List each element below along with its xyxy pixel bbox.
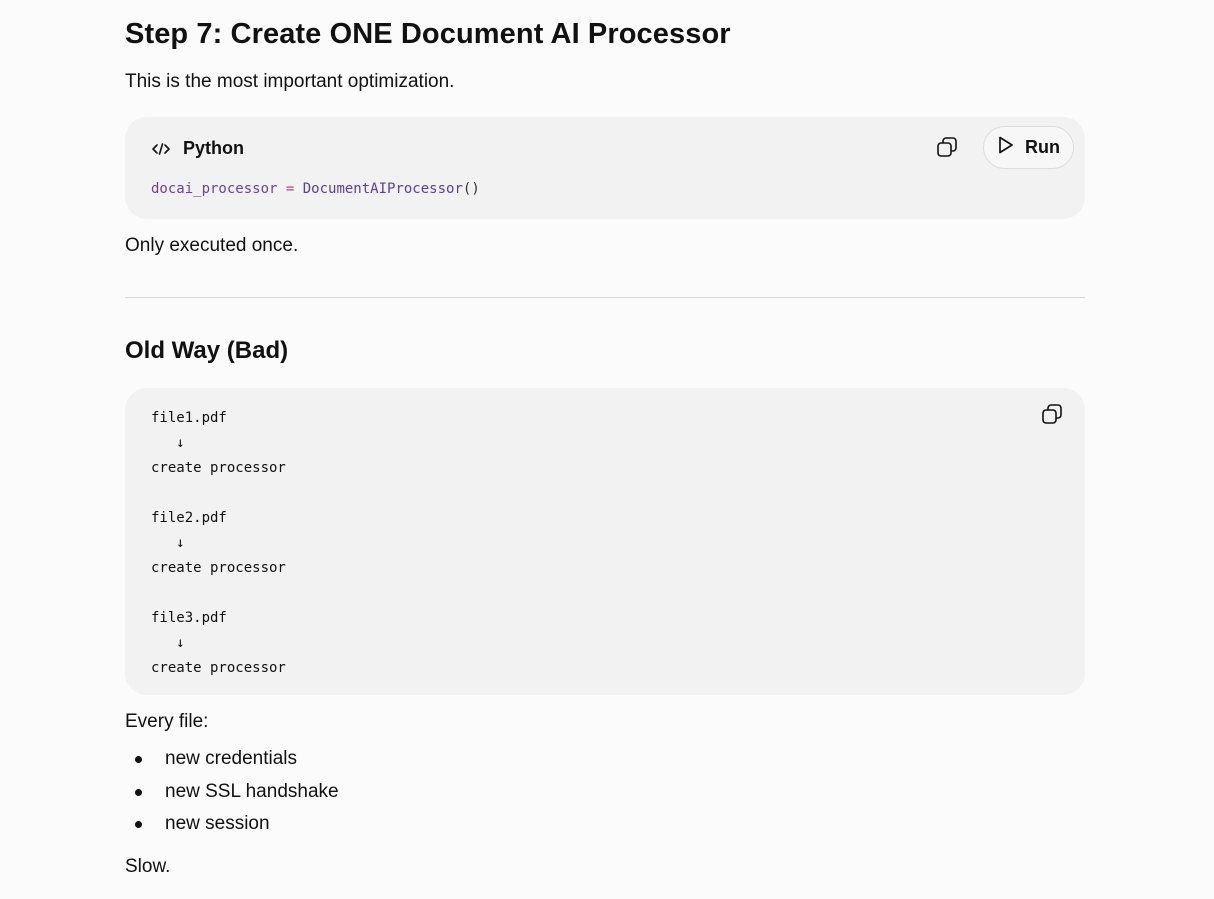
intro-paragraph: This is the most important optimization.: [125, 71, 455, 92]
code-line: ↓: [151, 435, 185, 451]
bullet-dot: [135, 788, 142, 796]
code-token-parens: (): [462, 181, 480, 197]
step-heading: Step 7: Create ONE Document AI Processor: [125, 18, 731, 50]
code-line: file3.pdf: [151, 610, 227, 626]
list-item: new session: [125, 811, 339, 844]
code-token-operator: =: [277, 181, 303, 197]
bullet-dot: [135, 821, 142, 828]
code-line: ↓: [151, 635, 185, 651]
code-line: create processor: [151, 460, 286, 476]
code-line: create processor: [151, 560, 286, 576]
horizontal-divider: [125, 297, 1085, 298]
code-line: file2.pdf: [151, 510, 227, 526]
bullet-list: new credentials new SSL handshake new se…: [125, 746, 339, 844]
code-token-function: DocumentAIProcessor: [302, 181, 463, 197]
python-code-block: Python Run docai_processor = DocumentAIP…: [125, 117, 1085, 219]
code-line: ↓: [151, 535, 185, 551]
code-line: docai_processor = DocumentAIProcessor(): [151, 181, 480, 197]
code-token-variable: docai_processor: [151, 181, 278, 197]
list-item-text: new SSL handshake: [165, 780, 339, 802]
copy-code-button[interactable]: [934, 136, 960, 162]
code-text: file1.pdf ↓ create processor file2.pdf ↓…: [151, 406, 286, 681]
chat-message-page: Step 7: Create ONE Document AI Processor…: [0, 0, 1214, 899]
list-item-text: new credentials: [165, 748, 298, 769]
bullet-dot: [135, 756, 142, 763]
copy-icon: [935, 135, 959, 164]
code-line: create processor: [151, 660, 286, 676]
after-code-paragraph: Only executed once.: [125, 235, 299, 256]
code-language-label: Python: [151, 138, 244, 159]
list-item: new credentials: [125, 746, 339, 779]
run-code-button[interactable]: Run: [983, 126, 1074, 169]
code-line: file1.pdf: [151, 410, 227, 426]
old-way-heading: Old Way (Bad): [125, 337, 289, 364]
list-item: new SSL handshake: [125, 779, 339, 812]
conclusion-paragraph: Slow.: [125, 856, 171, 877]
copy-icon: [1040, 402, 1064, 431]
copy-code-button[interactable]: [1039, 403, 1065, 429]
code-language-name: Python: [183, 138, 244, 158]
run-label: Run: [1025, 137, 1060, 157]
code-icon: [151, 139, 171, 159]
every-file-label: Every file:: [125, 711, 209, 732]
old-way-code-block: file1.pdf ↓ create processor file2.pdf ↓…: [125, 388, 1085, 695]
play-icon: [997, 135, 1015, 160]
list-item-text: new session: [165, 813, 270, 834]
